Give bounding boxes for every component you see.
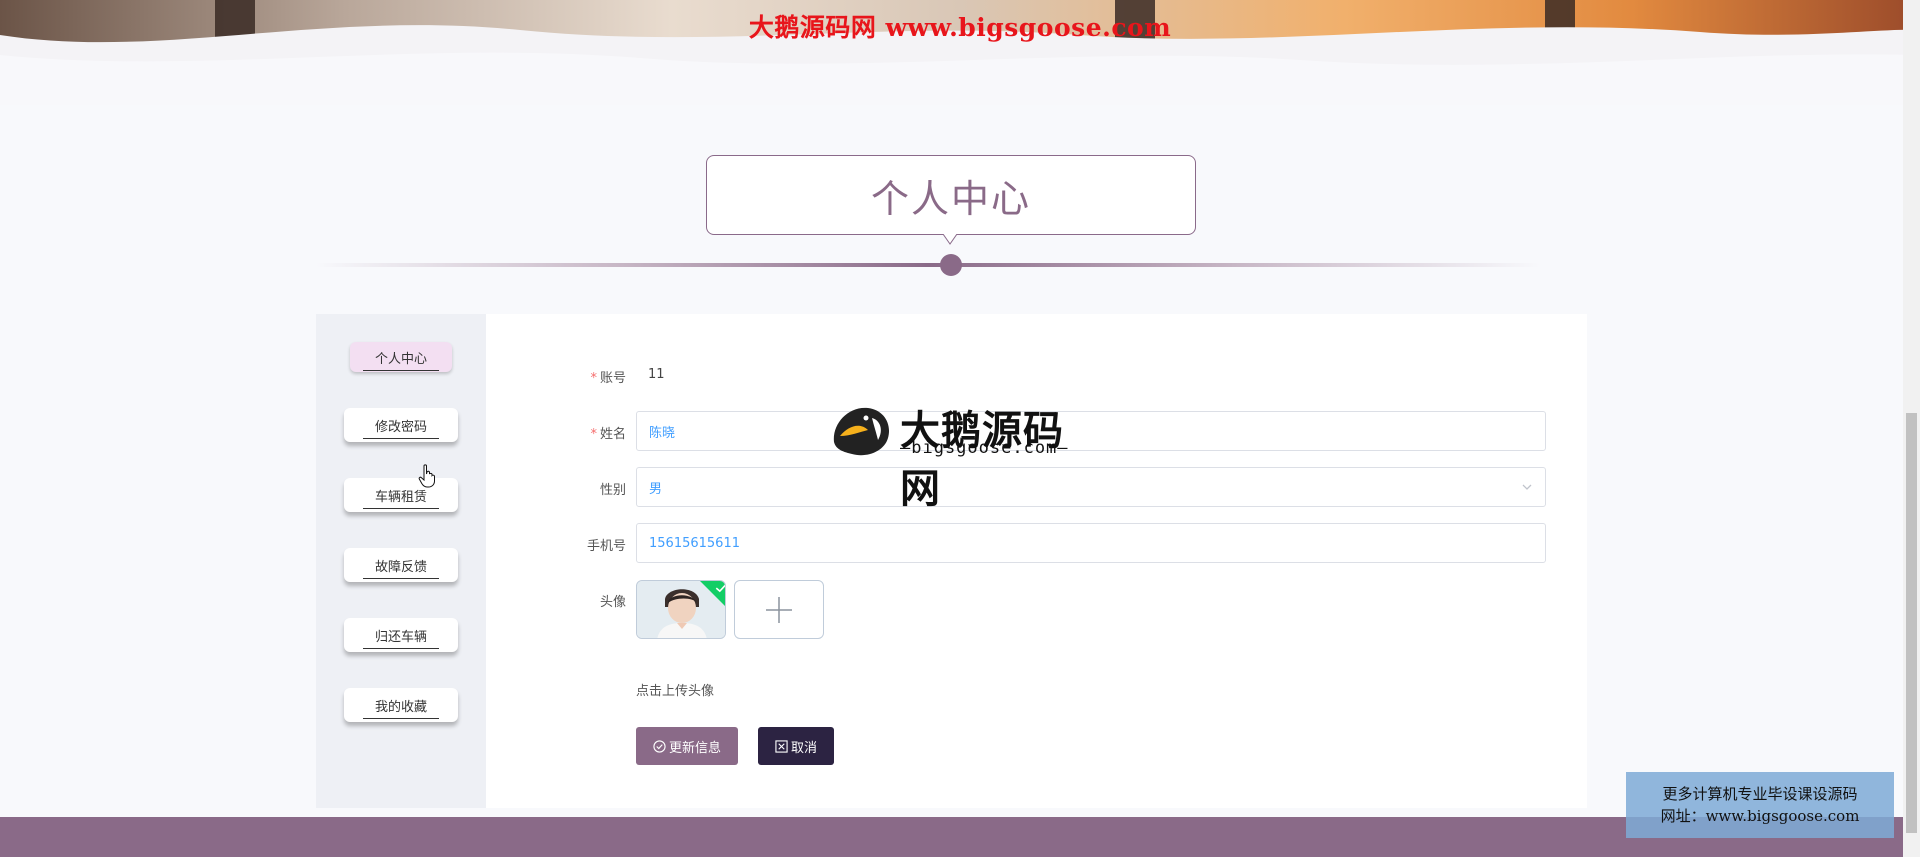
phone-input-value: 15615615611 xyxy=(649,535,740,551)
chevron-down-icon xyxy=(1522,484,1532,490)
title-pointer-icon xyxy=(943,234,957,245)
hand-cursor-icon xyxy=(418,464,435,488)
ad-banner[interactable]: 更多计算机专业毕设课设源码 网址：www.bigsgoose.com xyxy=(1626,772,1894,838)
sidebar-item-label: 归还车辆 xyxy=(362,630,439,649)
sidebar-item-change-password[interactable]: 修改密码 xyxy=(344,408,458,442)
sidebar-item-label: 车辆租赁 xyxy=(362,490,439,509)
scrollbar-thumb[interactable] xyxy=(1906,413,1917,833)
phone-input[interactable]: 15615615611 xyxy=(636,523,1546,563)
sidebar-item-label: 故障反馈 xyxy=(362,560,439,579)
logo-watermark-domain: —bigsgoose.com— xyxy=(900,438,1069,458)
phone-label: 手机号 xyxy=(586,539,626,554)
watermark-text: 大鹅源码网 www.bigsgoose.com xyxy=(748,13,1172,42)
avatar-label: 头像 xyxy=(599,595,626,610)
close-square-icon xyxy=(775,739,788,753)
gender-label: 性别 xyxy=(599,483,626,498)
name-label: * 姓名 xyxy=(590,427,626,442)
header-banner: 大鹅源码网 www.bigsgoose.com xyxy=(0,0,1920,105)
avatar[interactable] xyxy=(636,580,726,639)
sidebar-item-favorites[interactable]: 我的收藏 xyxy=(344,688,458,722)
sidebar-item-car-rental[interactable]: 车辆租赁 xyxy=(344,478,458,512)
title-divider xyxy=(316,263,1540,267)
cancel-button[interactable]: 取消 xyxy=(758,727,834,765)
account-value: 11 xyxy=(648,367,665,382)
update-info-button[interactable]: 更新信息 xyxy=(636,727,738,765)
name-input-value: 陈晓 xyxy=(649,425,676,441)
required-mark: * xyxy=(590,371,597,386)
sidebar-item-label: 我的收藏 xyxy=(362,700,439,719)
required-mark: * xyxy=(590,427,597,442)
plus-icon xyxy=(766,596,792,623)
sidebar-item-profile[interactable]: 个人中心 xyxy=(350,342,452,372)
avatar-upload-button[interactable] xyxy=(734,580,824,639)
logo-watermark: 大鹅源码网 —bigsgoose.com— xyxy=(826,398,1096,512)
avatar-upload-hint: 点击上传头像 xyxy=(636,684,715,699)
circle-check-icon xyxy=(653,739,666,753)
gender-select-value: 男 xyxy=(649,481,663,497)
sidebar-item-return-car[interactable]: 归还车辆 xyxy=(344,618,458,652)
ad-line-2: 网址：www.bigsgoose.com xyxy=(1660,807,1860,825)
sidebar-item-label: 修改密码 xyxy=(362,420,439,439)
sidebar-item-label: 个人中心 xyxy=(362,352,439,371)
sidebar: 个人中心 修改密码 车辆租赁 故障反馈 归还车辆 我的收藏 xyxy=(316,314,486,808)
ad-line-1: 更多计算机专业毕设课设源码 xyxy=(1662,785,1858,803)
sidebar-item-fault-feedback[interactable]: 故障反馈 xyxy=(344,548,458,582)
update-button-label: 更新信息 xyxy=(668,740,721,756)
goose-logo-icon xyxy=(833,407,890,456)
title-divider-dot xyxy=(940,254,962,276)
check-icon xyxy=(715,583,725,593)
cancel-button-label: 取消 xyxy=(790,740,817,756)
page-title: 个人中心 xyxy=(706,155,1196,235)
account-label: * 账号 xyxy=(590,371,626,386)
